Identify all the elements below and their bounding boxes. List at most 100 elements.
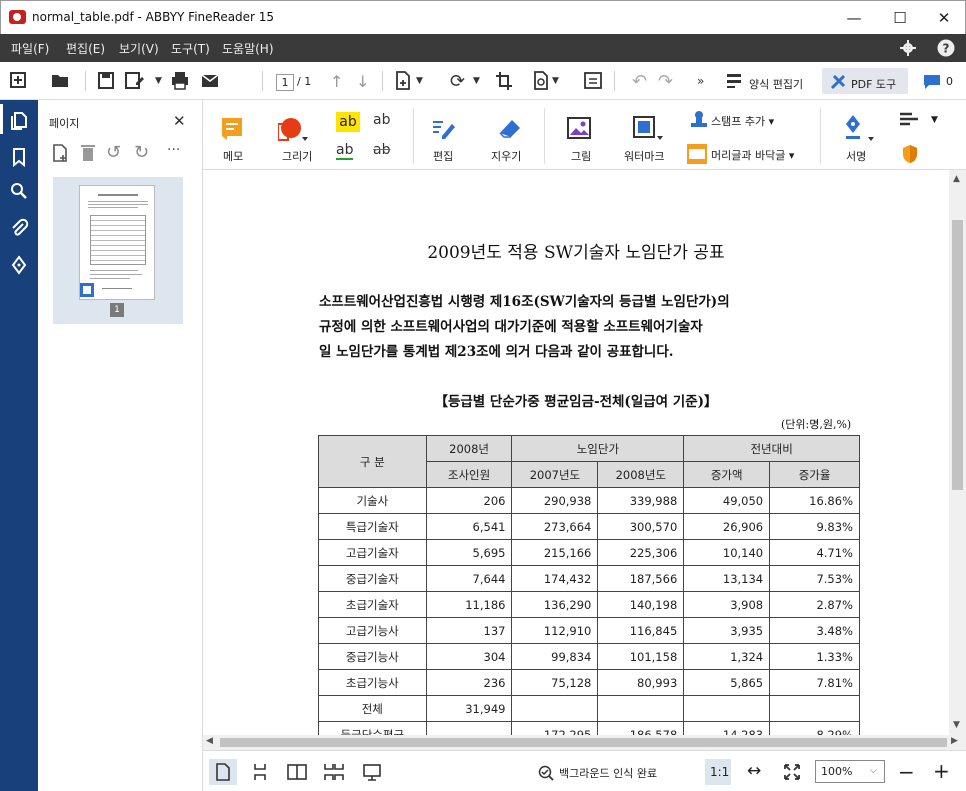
comments-count: 0 [946, 75, 953, 88]
memo-label[interactable]: 메모 [223, 148, 243, 164]
print-icon[interactable] [170, 69, 190, 93]
header-footer-label[interactable]: 머리글과 바닥글 ▾ [711, 147, 794, 163]
attachment-icon[interactable] [9, 218, 29, 238]
security-shield-icon[interactable] [902, 144, 918, 164]
redact-menu-icon[interactable] [899, 112, 921, 128]
erase-label[interactable]: 지우기 [491, 148, 521, 164]
form-editor-icon[interactable] [725, 69, 743, 93]
next-page-icon[interactable]: ↓ [356, 69, 369, 93]
undo-icon[interactable]: ↶ [632, 69, 647, 93]
header-footer-icon[interactable] [687, 144, 707, 164]
save-icon[interactable] [97, 69, 115, 93]
header-2008: 2008년도 [597, 461, 685, 488]
scroll-right-icon[interactable]: ▶ [951, 736, 958, 746]
underline-text-icon[interactable]: ab [336, 142, 354, 160]
new-task-icon[interactable] [10, 69, 28, 93]
rotate-left-icon[interactable]: ↺ [106, 142, 121, 163]
horizontal-scroll-thumb[interactable] [220, 738, 947, 747]
two-page-view-icon[interactable] [287, 763, 307, 781]
menu-file[interactable]: 파일(F) [11, 40, 49, 57]
watermark-label[interactable]: 워터마크 [624, 148, 664, 164]
stamp-label[interactable]: 스탬프 추가 ▾ [711, 113, 774, 129]
cell: 7.81% [769, 669, 860, 696]
email-icon[interactable] [200, 69, 220, 93]
minimize-button[interactable]: — [837, 6, 871, 30]
insert-image-icon[interactable] [567, 117, 591, 139]
cell: 300,570 [597, 513, 685, 540]
sign-pen-icon[interactable] [843, 114, 875, 142]
presentation-view-icon[interactable] [363, 763, 381, 781]
fit-page-icon[interactable] [784, 764, 800, 780]
edit-label[interactable]: 편집 [433, 148, 453, 164]
vertical-scrollbar[interactable]: ▲ ▼ [949, 170, 966, 735]
stamp-icon[interactable] [690, 110, 708, 128]
help-icon[interactable]: ? [937, 39, 955, 57]
page-search-icon[interactable] [532, 69, 550, 93]
redact-dropdown-icon[interactable]: ▼ [931, 115, 938, 125]
zoom-out-icon[interactable]: − [898, 760, 915, 784]
zoom-in-icon[interactable]: + [933, 759, 950, 783]
cell: 14,283 [683, 721, 771, 735]
pages-panel-icon[interactable] [9, 110, 29, 130]
save-as-icon[interactable] [124, 69, 146, 93]
edit-text-icon[interactable] [432, 118, 456, 140]
bookmark-icon[interactable] [9, 147, 29, 167]
add-page-icon[interactable] [394, 69, 412, 93]
signature-pen-icon[interactable] [9, 255, 29, 275]
two-page-continuous-icon[interactable] [323, 763, 345, 781]
scroll-up-icon[interactable]: ▲ [953, 174, 960, 184]
cell: 6,541 [425, 513, 513, 540]
memo-icon[interactable] [221, 117, 243, 141]
cell: 290,938 [511, 487, 599, 514]
strikethrough-text-icon[interactable]: ab [373, 142, 390, 158]
draw-icon[interactable] [278, 116, 308, 142]
add-page-dropdown-icon[interactable]: ▼ [416, 69, 423, 93]
open-folder-icon[interactable] [51, 69, 69, 93]
rotate-dropdown-icon[interactable]: ▼ [473, 69, 480, 93]
comments-icon[interactable] [923, 74, 941, 90]
scroll-down-icon[interactable]: ▼ [953, 720, 960, 730]
page-thumbnail-slot[interactable]: 1 [53, 177, 183, 324]
vertical-scroll-thumb[interactable] [952, 220, 963, 490]
menu-edit[interactable]: 편집(E) [66, 40, 105, 57]
document-view[interactable]: 2009년도 적용 SW기술자 노임단가 공표 소프트웨어산업진흥법 시행령 제… [203, 170, 949, 735]
compare-icon[interactable] [583, 69, 603, 93]
continuous-view-icon[interactable] [251, 763, 269, 781]
sign-label[interactable]: 서명 [846, 148, 866, 164]
scroll-left-icon[interactable]: ◀ [206, 736, 213, 746]
more-options-icon[interactable]: ··· [167, 142, 180, 158]
maximize-button[interactable]: ☐ [883, 6, 917, 30]
menu-tools[interactable]: 도구(T) [171, 40, 210, 57]
highlight-text-icon[interactable]: ab [336, 112, 360, 132]
previous-page-icon[interactable]: ↑ [330, 69, 343, 93]
zoom-select[interactable]: 100% ⌵ [815, 760, 885, 783]
fit-width-icon[interactable]: ↔ [747, 761, 761, 781]
add-page-icon[interactable] [51, 143, 71, 163]
more-tools-icon[interactable]: » [697, 69, 704, 93]
form-editor-label[interactable]: 양식 편집기 [749, 76, 803, 92]
delete-page-icon[interactable] [80, 143, 96, 163]
page-search-dropdown-icon[interactable]: ▼ [552, 69, 559, 93]
rotate-icon[interactable]: ⟳ [450, 69, 465, 93]
menu-help[interactable]: 도움말(H) [222, 40, 274, 57]
image-label[interactable]: 그림 [571, 148, 591, 164]
page-number-input[interactable]: 1 [276, 74, 294, 91]
close-button[interactable]: ✕ [927, 6, 961, 30]
close-panel-icon[interactable]: ✕ [173, 112, 186, 130]
cell: 116,845 [597, 617, 685, 644]
draw-label[interactable]: 그리기 [282, 148, 312, 164]
watermark-icon[interactable] [633, 116, 663, 140]
menu-view[interactable]: 보기(V) [119, 40, 159, 57]
settings-gear-icon[interactable] [900, 40, 916, 56]
redo-icon[interactable]: ↷ [658, 69, 673, 93]
horizontal-scrollbar[interactable]: ◀ ▶ [203, 735, 966, 750]
search-icon[interactable] [9, 181, 29, 201]
crop-icon[interactable] [495, 69, 513, 93]
insert-text-icon[interactable]: ab [373, 112, 390, 128]
eraser-icon[interactable] [498, 118, 522, 140]
single-page-view-icon[interactable] [215, 763, 231, 781]
rotate-right-icon[interactable]: ↻ [134, 142, 149, 163]
cell: 140,198 [597, 591, 685, 618]
table-row: 등급단순평균 172,295 186,578 14,283 8.29% [318, 721, 860, 735]
save-dropdown-icon[interactable]: ▼ [155, 69, 162, 93]
